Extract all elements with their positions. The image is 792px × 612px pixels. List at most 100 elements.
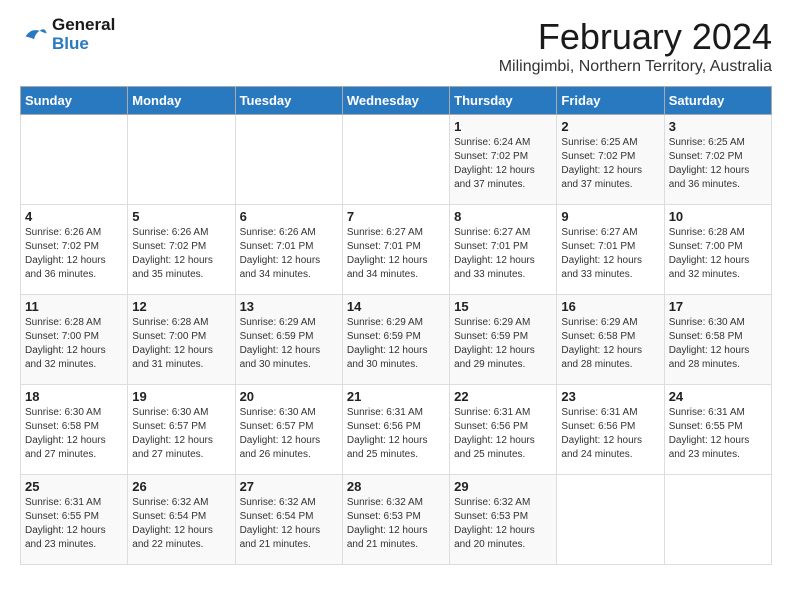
day-info: Sunrise: 6:32 AMSunset: 6:54 PMDaylight:…	[132, 496, 230, 552]
week-row-3: 11 Sunrise: 6:28 AMSunset: 7:00 PMDayligh…	[21, 295, 772, 385]
day-number: 14	[347, 299, 445, 314]
day-info: Sunrise: 6:29 AMSunset: 6:59 PMDaylight:…	[347, 316, 445, 372]
day-info: Sunrise: 6:30 AMSunset: 6:57 PMDaylight:…	[132, 406, 230, 462]
title-section: February 2024 Milingimbi, Northern Terri…	[499, 16, 772, 76]
day-number: 24	[669, 389, 767, 404]
day-cell: 5 Sunrise: 6:26 AMSunset: 7:02 PMDaylight…	[128, 205, 235, 295]
day-number: 15	[454, 299, 552, 314]
day-number: 13	[240, 299, 338, 314]
day-cell: 27 Sunrise: 6:32 AMSunset: 6:54 PMDayligh…	[235, 475, 342, 565]
day-info: Sunrise: 6:32 AMSunset: 6:53 PMDaylight:…	[347, 496, 445, 552]
day-number: 4	[25, 209, 123, 224]
day-info: Sunrise: 6:32 AMSunset: 6:54 PMDaylight:…	[240, 496, 338, 552]
day-number: 17	[669, 299, 767, 314]
day-cell: 16 Sunrise: 6:29 AMSunset: 6:58 PMDayligh…	[557, 295, 664, 385]
day-info: Sunrise: 6:28 AMSunset: 7:00 PMDaylight:…	[25, 316, 123, 372]
week-row-4: 18Sunrise: 6:30 AMSunset: 6:58 PMDayligh…	[21, 385, 772, 475]
day-cell: 28 Sunrise: 6:32 AMSunset: 6:53 PMDayligh…	[342, 475, 449, 565]
day-cell: 13 Sunrise: 6:29 AMSunset: 6:59 PMDayligh…	[235, 295, 342, 385]
day-cell: 19 Sunrise: 6:30 AMSunset: 6:57 PMDayligh…	[128, 385, 235, 475]
day-cell: 6 Sunrise: 6:26 AMSunset: 7:01 PMDaylight…	[235, 205, 342, 295]
day-number: 29	[454, 479, 552, 494]
day-number: 19	[132, 389, 230, 404]
day-number: 7	[347, 209, 445, 224]
day-cell: 25 Sunrise: 6:31 AMSunset: 6:55 PMDayligh…	[21, 475, 128, 565]
day-cell: 9 Sunrise: 6:27 AMSunset: 7:01 PMDaylight…	[557, 205, 664, 295]
day-number: 6	[240, 209, 338, 224]
day-cell: 15 Sunrise: 6:29 AMSunset: 6:59 PMDayligh…	[450, 295, 557, 385]
col-header-thursday: Thursday	[450, 87, 557, 115]
day-cell: 2Sunrise: 6:25 AMSunset: 7:02 PMDaylight…	[557, 115, 664, 205]
day-cell	[21, 115, 128, 205]
day-info: Sunrise: 6:26 AMSunset: 7:02 PMDaylight:…	[132, 226, 230, 282]
day-info: Sunrise: 6:26 AMSunset: 7:01 PMDaylight:…	[240, 226, 338, 282]
day-cell	[342, 115, 449, 205]
day-number: 21	[347, 389, 445, 404]
day-cell	[664, 475, 771, 565]
day-number: 10	[669, 209, 767, 224]
logo-text: General Blue	[52, 16, 115, 53]
day-number: 1	[454, 119, 552, 134]
day-number: 3	[669, 119, 767, 134]
day-cell: 17 Sunrise: 6:30 AMSunset: 6:58 PMDayligh…	[664, 295, 771, 385]
day-info: Sunrise: 6:28 AMSunset: 7:00 PMDaylight:…	[669, 226, 767, 282]
day-number: 25	[25, 479, 123, 494]
day-number: 26	[132, 479, 230, 494]
day-cell: 12 Sunrise: 6:28 AMSunset: 7:00 PMDayligh…	[128, 295, 235, 385]
day-info: Sunrise: 6:26 AMSunset: 7:02 PMDaylight:…	[25, 226, 123, 282]
col-header-wednesday: Wednesday	[342, 87, 449, 115]
logo-bird-icon	[20, 21, 48, 49]
day-info: Sunrise: 6:30 AMSunset: 6:57 PMDaylight:…	[240, 406, 338, 462]
day-cell: 26 Sunrise: 6:32 AMSunset: 6:54 PMDayligh…	[128, 475, 235, 565]
calendar-table: SundayMondayTuesdayWednesdayThursdayFrid…	[20, 86, 772, 565]
day-cell: 23 Sunrise: 6:31 AMSunset: 6:56 PMDayligh…	[557, 385, 664, 475]
day-info: Sunrise: 6:25 AMSunset: 7:02 PMDaylight:…	[669, 136, 767, 192]
day-number: 18	[25, 389, 123, 404]
day-cell: 10 Sunrise: 6:28 AMSunset: 7:00 PMDayligh…	[664, 205, 771, 295]
col-header-saturday: Saturday	[664, 87, 771, 115]
week-row-1: 1 Sunrise: 6:24 AMSunset: 7:02 PMDaylight…	[21, 115, 772, 205]
logo: General Blue	[20, 16, 115, 53]
col-header-tuesday: Tuesday	[235, 87, 342, 115]
day-number: 20	[240, 389, 338, 404]
day-cell: 24Sunrise: 6:31 AMSunset: 6:55 PMDayligh…	[664, 385, 771, 475]
day-info: Sunrise: 6:29 AMSunset: 6:59 PMDaylight:…	[240, 316, 338, 372]
day-cell: 29 Sunrise: 6:32 AMSunset: 6:53 PMDayligh…	[450, 475, 557, 565]
day-number: 28	[347, 479, 445, 494]
day-cell	[557, 475, 664, 565]
day-number: 11	[25, 299, 123, 314]
day-info: Sunrise: 6:29 AMSunset: 6:58 PMDaylight:…	[561, 316, 659, 372]
day-info: Sunrise: 6:28 AMSunset: 7:00 PMDaylight:…	[132, 316, 230, 372]
day-info: Sunrise: 6:27 AMSunset: 7:01 PMDaylight:…	[454, 226, 552, 282]
day-cell: 4 Sunrise: 6:26 AMSunset: 7:02 PMDaylight…	[21, 205, 128, 295]
day-info: Sunrise: 6:29 AMSunset: 6:59 PMDaylight:…	[454, 316, 552, 372]
day-info: Sunrise: 6:32 AMSunset: 6:53 PMDaylight:…	[454, 496, 552, 552]
day-cell: 3 Sunrise: 6:25 AMSunset: 7:02 PMDaylight…	[664, 115, 771, 205]
day-number: 8	[454, 209, 552, 224]
day-info: Sunrise: 6:24 AMSunset: 7:02 PMDaylight:…	[454, 136, 552, 192]
subtitle: Milingimbi, Northern Territory, Australi…	[499, 58, 772, 76]
day-number: 12	[132, 299, 230, 314]
day-info: Sunrise: 6:31 AMSunset: 6:56 PMDaylight:…	[454, 406, 552, 462]
day-cell: 11 Sunrise: 6:28 AMSunset: 7:00 PMDayligh…	[21, 295, 128, 385]
day-number: 16	[561, 299, 659, 314]
day-number: 27	[240, 479, 338, 494]
day-info: Sunrise: 6:27 AMSunset: 7:01 PMDaylight:…	[561, 226, 659, 282]
col-header-monday: Monday	[128, 87, 235, 115]
day-cell: 1 Sunrise: 6:24 AMSunset: 7:02 PMDaylight…	[450, 115, 557, 205]
day-number: 9	[561, 209, 659, 224]
day-cell	[235, 115, 342, 205]
day-number: 2	[561, 119, 659, 134]
day-cell: 22 Sunrise: 6:31 AMSunset: 6:56 PMDayligh…	[450, 385, 557, 475]
day-cell: 14 Sunrise: 6:29 AMSunset: 6:59 PMDayligh…	[342, 295, 449, 385]
day-number: 23	[561, 389, 659, 404]
week-row-5: 25 Sunrise: 6:31 AMSunset: 6:55 PMDayligh…	[21, 475, 772, 565]
day-info: Sunrise: 6:31 AMSunset: 6:56 PMDaylight:…	[347, 406, 445, 462]
day-info: Sunrise: 6:30 AMSunset: 6:58 PMDaylight:…	[669, 316, 767, 372]
day-number: 22	[454, 389, 552, 404]
day-number: 5	[132, 209, 230, 224]
col-header-sunday: Sunday	[21, 87, 128, 115]
day-info: Sunrise: 6:31 AMSunset: 6:56 PMDaylight:…	[561, 406, 659, 462]
day-cell: 21 Sunrise: 6:31 AMSunset: 6:56 PMDayligh…	[342, 385, 449, 475]
day-info: Sunrise: 6:31 AMSunset: 6:55 PMDaylight:…	[25, 496, 123, 552]
